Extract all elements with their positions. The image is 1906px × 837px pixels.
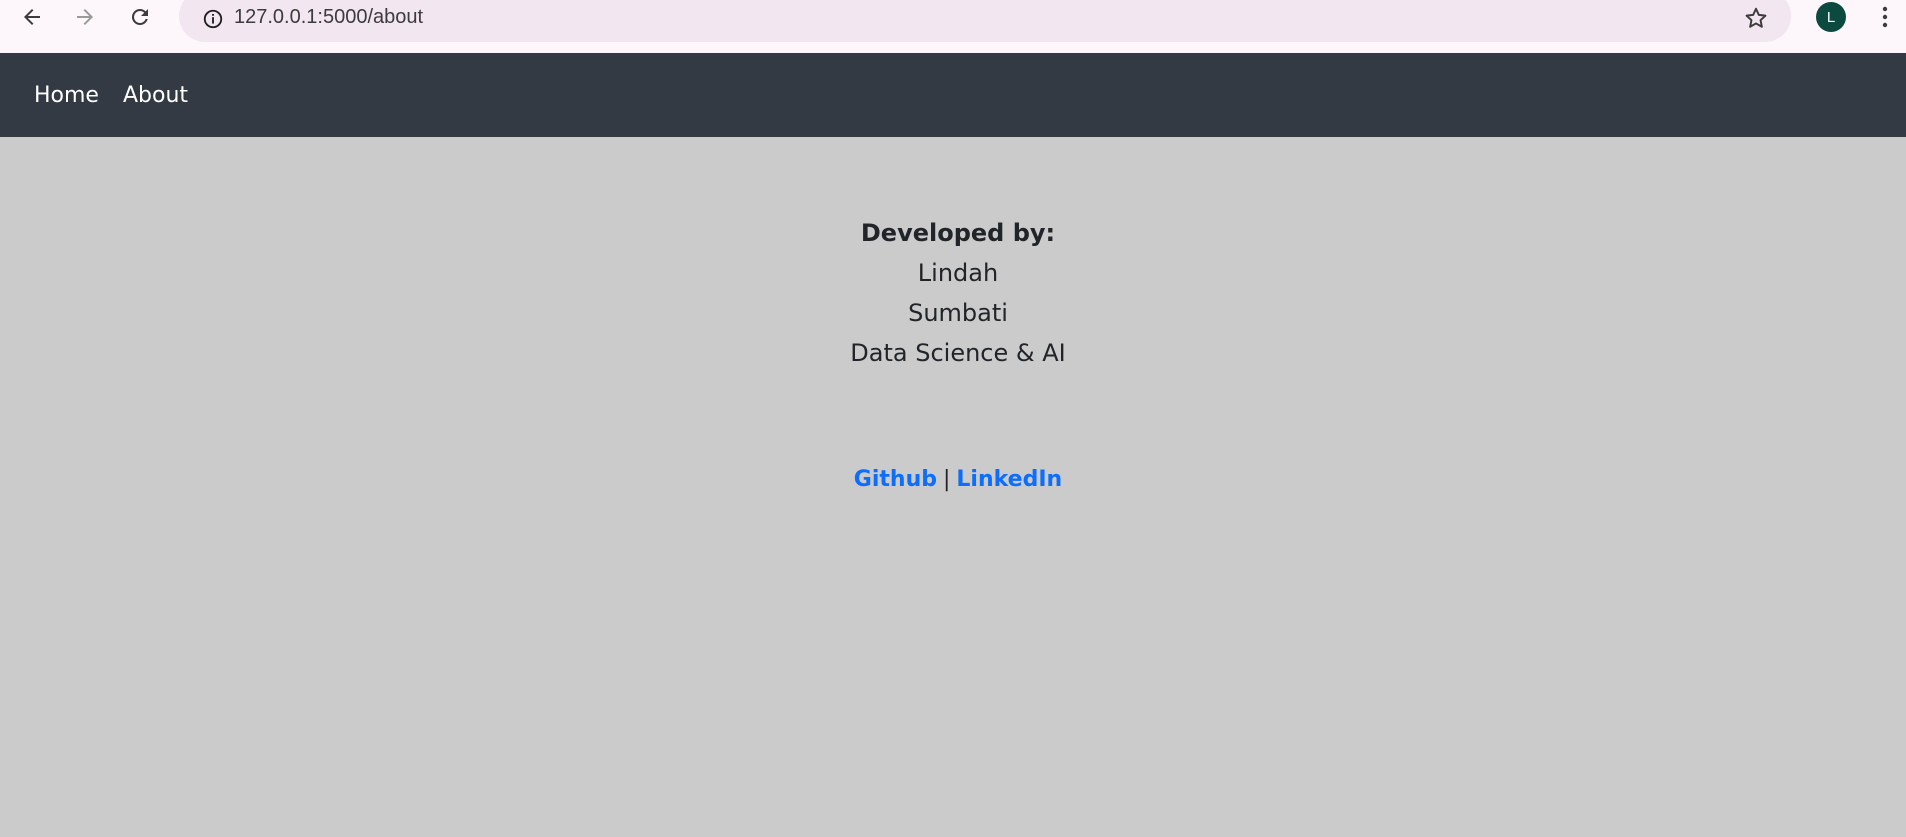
bookmark-star-icon[interactable]: [1739, 3, 1773, 33]
link-separator: |: [942, 467, 951, 492]
developer-field: Data Science & AI: [850, 339, 1066, 367]
forward-button[interactable]: [65, 0, 105, 34]
address-bar[interactable]: 127.0.0.1:5000/about: [179, 0, 1791, 42]
reload-button[interactable]: [120, 0, 160, 34]
profile-avatar[interactable]: L: [1816, 2, 1846, 32]
developer-first-name: Lindah: [917, 259, 999, 287]
social-links: Github | LinkedIn: [0, 467, 1906, 492]
arrow-left-icon: [24, 9, 40, 25]
nav-link-about[interactable]: About: [123, 83, 188, 108]
arrow-right-icon: [77, 9, 93, 25]
about-content: Developed by: Lindah Sumbati Data Scienc…: [0, 137, 1906, 837]
vertical-dots-icon[interactable]: [1870, 0, 1900, 34]
developer-last-name: Sumbati: [908, 299, 1008, 327]
nav-link-home[interactable]: Home: [34, 83, 99, 108]
reload-icon: [131, 8, 148, 25]
browser-toolbar: 127.0.0.1:5000/about L: [0, 0, 1906, 53]
developed-by-heading: Developed by:: [860, 219, 1056, 247]
site-navbar: Home About: [0, 53, 1906, 137]
linkedin-link[interactable]: LinkedIn: [956, 467, 1062, 492]
developer-credits: Developed by: Lindah Sumbati Data Scienc…: [0, 213, 1906, 373]
back-button[interactable]: [12, 0, 52, 34]
info-circle-icon[interactable]: [193, 4, 233, 34]
url-text[interactable]: 127.0.0.1:5000/about: [234, 6, 423, 29]
github-link[interactable]: Github: [854, 467, 937, 492]
